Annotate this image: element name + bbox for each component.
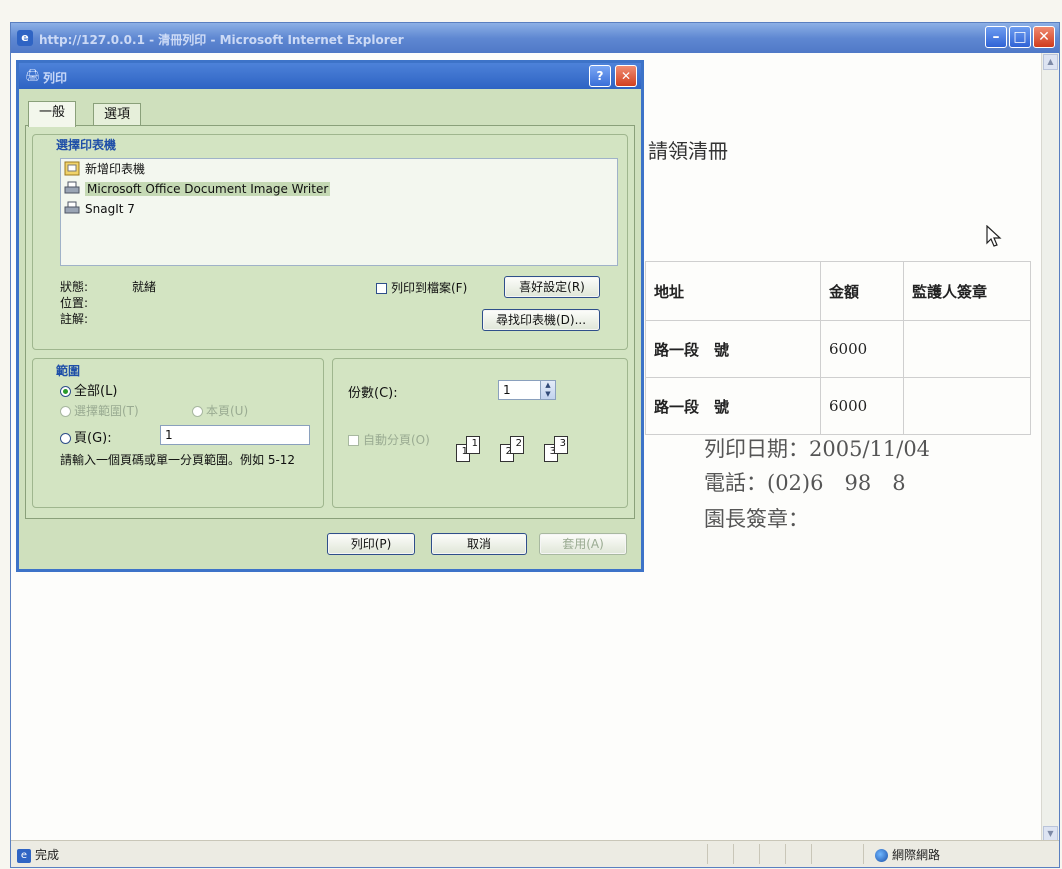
pages-input[interactable]: 1: [160, 425, 310, 445]
print-to-file-checkbox[interactable]: 列印到檔案(F): [376, 279, 467, 296]
printer-list[interactable]: 新增印表機 Microsoft Office Document Image Wr…: [60, 158, 618, 266]
status-bar: e 完成 網際網路: [11, 840, 1059, 867]
scroll-up-icon[interactable]: ▲: [1043, 54, 1058, 70]
collate-label: 自動分頁(O): [363, 433, 430, 447]
list-item[interactable]: Microsoft Office Document Image Writer: [61, 179, 617, 199]
table-row: 路一段 號 6000: [645, 377, 1031, 435]
close-window-button[interactable]: ✕: [1033, 26, 1055, 48]
find-printer-button[interactable]: 尋找印表機(D)...: [482, 309, 600, 331]
amount-cell: 6000: [820, 377, 904, 435]
checkbox-icon: [348, 435, 359, 446]
select-printer-label: 選擇印表機: [56, 138, 117, 152]
column-header-amount: 金額: [820, 261, 904, 321]
range-label: 範圍: [56, 364, 81, 378]
tab-general[interactable]: 一般: [28, 101, 77, 127]
collate-pages-icon: 1 1 2 2 3 3: [456, 432, 596, 472]
radio-selected-icon: [60, 386, 71, 397]
cancel-button[interactable]: 取消: [431, 533, 527, 555]
range-current-page-label: 本頁(U): [206, 404, 249, 418]
status-label: 狀態:: [60, 280, 89, 294]
range-pages-label: 頁(G):: [74, 431, 112, 446]
ie-titlebar[interactable]: e http://127.0.0.1 - 清冊列印 - Microsoft In…: [11, 23, 1059, 53]
maximize-button[interactable]: □: [1009, 26, 1031, 48]
page-icon: e: [17, 848, 31, 863]
column-header-guardian-signature: 監護人簽章: [903, 261, 1031, 321]
preferences-button[interactable]: 喜好設定(R): [504, 276, 600, 298]
spin-up-icon[interactable]: ▲: [541, 381, 555, 390]
range-all-label: 全部(L): [74, 384, 118, 399]
document-title: 請領清冊: [648, 139, 728, 163]
range-selection-label: 選擇範圍(T): [74, 404, 139, 418]
list-item[interactable]: SnagIt 7: [61, 199, 617, 219]
ie-app-icon: e: [17, 30, 33, 46]
general-tab-panel: 選擇印表機 新增印表機 Microsoft Office Document Im…: [25, 125, 635, 519]
ie-window-title: http://127.0.0.1 - 清冊列印 - Microsoft Inte…: [39, 33, 404, 47]
column-header-address: 地址: [645, 261, 821, 321]
claim-table: 地址 金額 監護人簽章 路一段 號 6000 路一段 號 6000: [645, 261, 1031, 435]
status-value: 就緒: [132, 280, 157, 294]
address-cell: 路一段 號: [645, 320, 821, 378]
collate-checkbox[interactable]: 自動分頁(O): [348, 431, 430, 448]
checkbox-icon: [376, 283, 387, 294]
phone-number: 電話：(02)6 98 8: [704, 471, 906, 495]
director-signature-label: 園長簽章：: [704, 507, 809, 531]
zone-text: 網際網路: [892, 848, 941, 862]
range-hint: 請輸入一個頁碼或單一分頁範圍。例如 5-12: [60, 453, 296, 467]
printer-name: SnagIt 7: [85, 202, 135, 216]
copies-label: 份數(C):: [348, 386, 398, 401]
dialog-close-button[interactable]: ✕: [615, 65, 637, 87]
spin-down-icon[interactable]: ▼: [541, 390, 555, 399]
status-text: 完成: [35, 848, 60, 862]
printer-icon: [64, 181, 80, 194]
globe-icon: [875, 849, 888, 862]
range-selection-radio[interactable]: 選擇範圍(T): [60, 402, 139, 419]
list-item[interactable]: 新增印表機: [61, 159, 617, 179]
radio-icon: [60, 433, 71, 444]
print-date: 列印日期：2005/11/04: [704, 437, 931, 461]
print-to-file-label: 列印到檔案(F): [391, 281, 468, 295]
copies-spinner[interactable]: ▲ ▼: [540, 380, 556, 400]
printer-name: 新增印表機: [85, 162, 146, 176]
range-current-page-radio[interactable]: 本頁(U): [192, 402, 248, 419]
printer-name: Microsoft Office Document Image Writer: [85, 182, 331, 196]
print-button[interactable]: 列印(P): [327, 533, 415, 555]
print-dialog: 🖨 列印 ? ✕ 一般 選項 選擇印表機 新增印表機 Microsoft Off…: [16, 60, 644, 572]
security-zone: 網際網路: [875, 846, 940, 863]
range-pages-radio[interactable]: 頁(G):: [60, 427, 112, 446]
vertical-scrollbar[interactable]: ▲ ▼: [1041, 53, 1059, 843]
apply-button[interactable]: 套用(A): [539, 533, 627, 555]
signature-cell: [903, 377, 1031, 435]
address-cell: 路一段 號: [645, 377, 821, 435]
radio-icon: [60, 406, 71, 417]
location-label: 位置:: [60, 296, 89, 310]
signature-cell: [903, 320, 1031, 378]
dialog-title: 列印: [43, 71, 68, 85]
add-printer-icon: [64, 161, 80, 176]
mouse-cursor-icon: [986, 225, 1002, 247]
amount-cell: 6000: [820, 320, 904, 378]
table-header-row: 地址 金額 監護人簽章: [645, 261, 1031, 321]
printer-icon: [64, 201, 80, 214]
printer-icon: 🖨: [25, 68, 41, 82]
radio-icon: [192, 406, 203, 417]
range-all-radio[interactable]: 全部(L): [60, 380, 117, 399]
comment-label: 註解:: [60, 312, 89, 326]
tab-options[interactable]: 選項: [93, 103, 142, 126]
table-row: 路一段 號 6000: [645, 320, 1031, 378]
dialog-titlebar[interactable]: 🖨 列印 ? ✕: [19, 63, 641, 89]
status-done: e 完成: [17, 846, 59, 863]
copies-input[interactable]: 1: [498, 380, 542, 400]
minimize-button[interactable]: –: [985, 26, 1007, 48]
help-button[interactable]: ?: [589, 65, 611, 87]
